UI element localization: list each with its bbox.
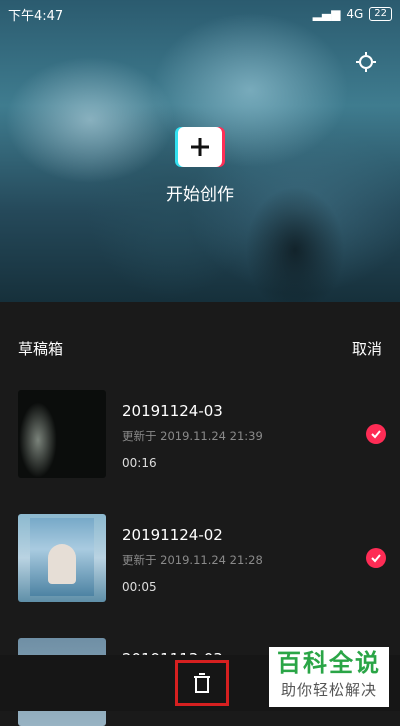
draft-title: 20191124-02 <box>122 526 223 544</box>
draft-item[interactable]: 20191124-03 更新于 2019.11.24 21:39 00:16 <box>18 390 386 478</box>
cancel-button[interactable]: 取消 <box>352 338 382 359</box>
create-label[interactable]: 开始创作 <box>0 180 400 205</box>
status-bar: 下午4:47 ▂▄▆ 4G 22 <box>0 0 400 28</box>
draft-updated-time: 更新于 2019.11.24 21:28 <box>122 553 263 567</box>
gear-icon <box>356 52 376 72</box>
plus-icon <box>191 138 209 156</box>
watermark-logo: 百科全说 助你轻松解决 <box>269 647 389 707</box>
status-indicators: ▂▄▆ 4G 22 <box>313 7 392 21</box>
check-icon <box>371 430 381 439</box>
create-button[interactable] <box>178 127 222 167</box>
network-label: 4G <box>346 7 364 21</box>
draft-duration: 00:05 <box>122 580 157 594</box>
draft-thumbnail <box>18 514 106 602</box>
trash-icon <box>194 673 210 693</box>
draft-updated-time: 更新于 2019.11.24 21:39 <box>122 429 263 443</box>
draft-item[interactable]: 20191124-02 更新于 2019.11.24 21:28 00:05 <box>18 514 386 602</box>
watermark-subtitle: 助你轻松解决 <box>280 681 377 699</box>
delete-button[interactable] <box>175 660 229 706</box>
drafts-header: 草稿箱 取消 <box>18 336 382 360</box>
watermark-title: 百科全说 <box>277 649 381 677</box>
signal-icon: ▂▄▆ <box>312 7 341 21</box>
battery-indicator: 22 <box>369 7 392 21</box>
status-time: 下午4:47 <box>8 8 64 24</box>
draft-title: 20191124-03 <box>122 402 223 420</box>
check-icon <box>371 554 381 563</box>
settings-button[interactable] <box>354 50 378 74</box>
hero-background-figure <box>225 150 365 302</box>
thumbnail-person <box>48 544 76 584</box>
drafts-title: 草稿箱 <box>18 339 64 358</box>
draft-select-checkbox[interactable] <box>366 548 386 568</box>
draft-select-checkbox[interactable] <box>366 424 386 444</box>
draft-duration: 00:16 <box>122 456 157 470</box>
draft-thumbnail <box>18 390 106 478</box>
